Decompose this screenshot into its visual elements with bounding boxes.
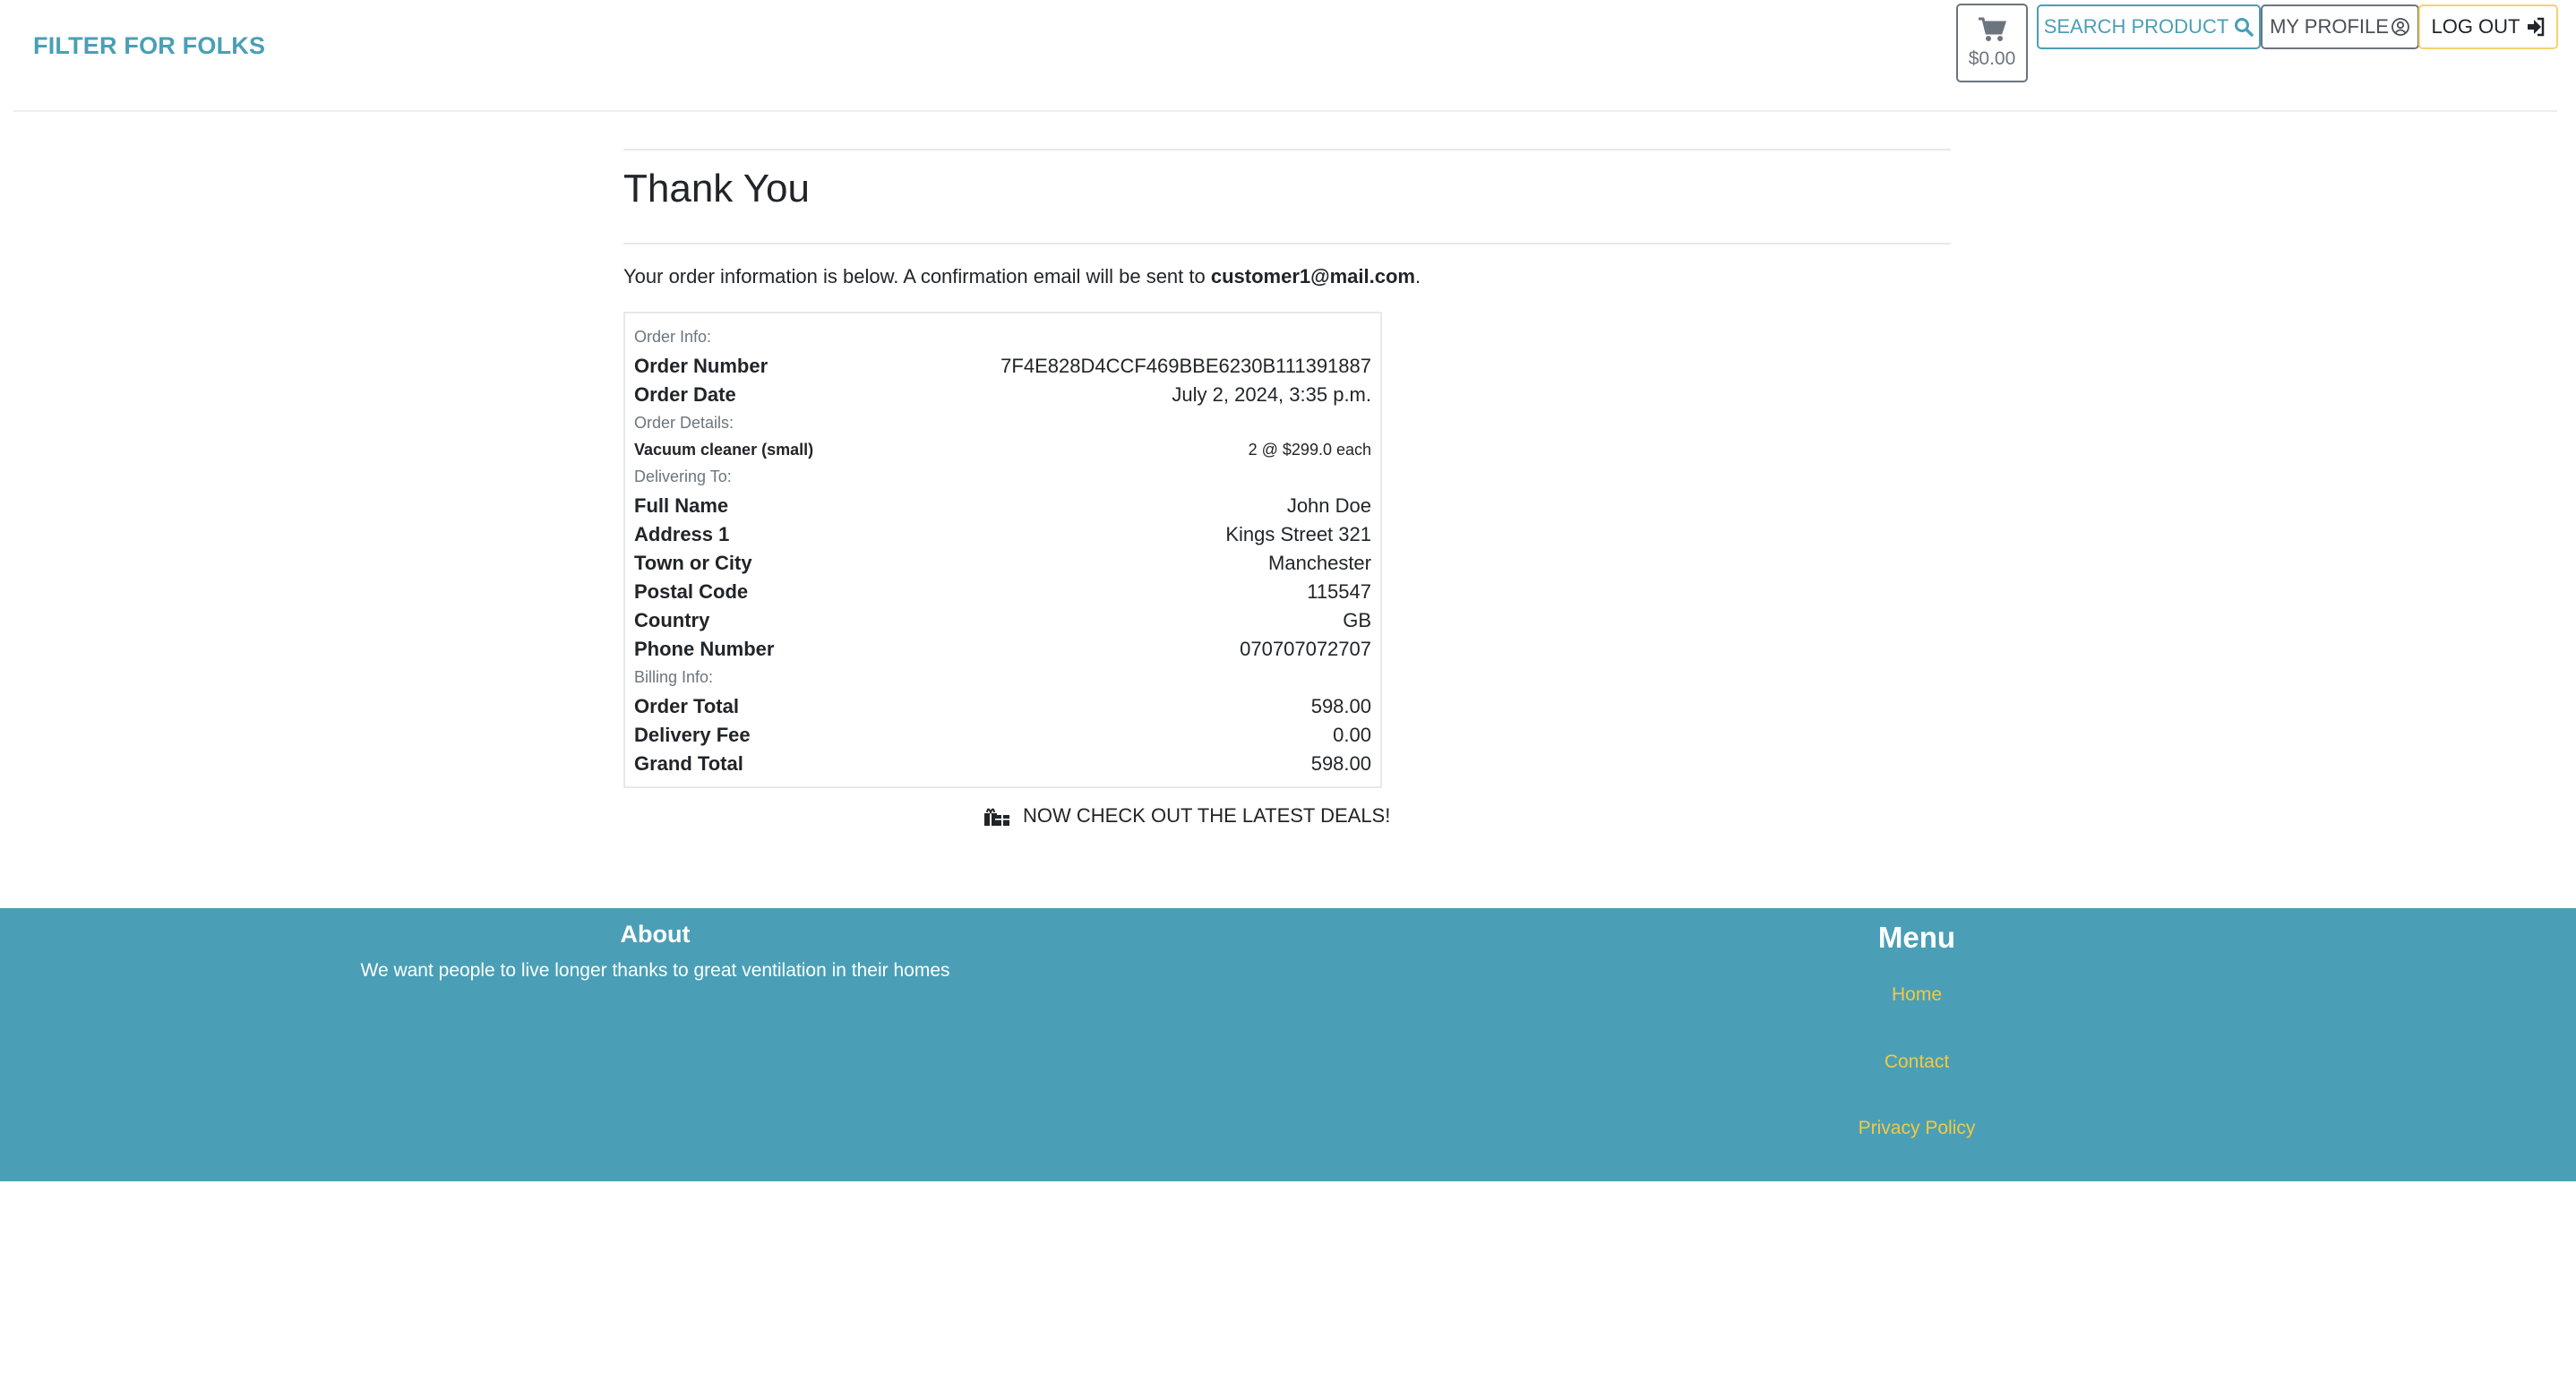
cart-total: $0.00: [1968, 48, 2016, 69]
footer-link-contact[interactable]: Contact: [1738, 1051, 2096, 1073]
phone-label: Phone Number: [634, 638, 775, 660]
order-summary-card: Order Info: Order Number 7F4E828D4CCF469…: [623, 312, 1382, 788]
phone-row: Phone Number 070707072707: [634, 638, 1371, 661]
order-total-row: Order Total 598.00: [634, 695, 1371, 718]
order-number-row: Order Number 7F4E828D4CCF469BBE6230B1113…: [634, 355, 1371, 378]
order-number-label: Order Number: [634, 355, 769, 377]
country-label: Country: [634, 609, 710, 631]
confirmation-text: Your order information is below. A confi…: [623, 265, 1206, 287]
title-bottom-rule: [623, 243, 1951, 245]
order-date-value: July 2, 2024, 3:35 p.m.: [1172, 383, 1371, 406]
sign-out-icon: [2526, 17, 2546, 37]
delivery-fee-row: Delivery Fee 0.00: [634, 724, 1371, 747]
my-profile-label: MY PROFILE: [2270, 15, 2389, 38]
grand-total-row: Grand Total 598.00: [634, 752, 1371, 776]
page-title: Thank You: [623, 167, 810, 210]
order-date-label: Order Date: [634, 383, 736, 406]
grand-total-value: 598.00: [1310, 752, 1371, 775]
delivery-fee-value: 0.00: [1333, 724, 1371, 746]
latest-deals-label: NOW CHECK OUT THE LATEST DEALS!: [1023, 804, 1391, 827]
footer-link-home[interactable]: Home: [1738, 984, 2096, 1006]
logout-label: LOG OUT: [2431, 15, 2520, 38]
billing-info-label: Billing Info:: [634, 668, 714, 686]
postal-code-row: Postal Code 115547: [634, 580, 1371, 604]
order-details-label: Order Details:: [634, 414, 734, 432]
country-value: GB: [1343, 609, 1371, 631]
brand-logo[interactable]: FILTER FOR FOLKS: [33, 32, 265, 60]
search-icon: [2234, 17, 2254, 37]
footer-link-privacy-policy[interactable]: Privacy Policy: [1738, 1118, 2096, 1139]
confirmation-message: Your order information is below. A confi…: [623, 265, 1421, 288]
address1-row: Address 1 Kings Street 321: [634, 523, 1371, 546]
latest-deals-link[interactable]: NOW CHECK OUT THE LATEST DEALS!: [983, 804, 1390, 828]
town-label: Town or City: [634, 552, 752, 574]
grand-total-label: Grand Total: [634, 752, 743, 775]
customer-email: customer1@mail.com: [1210, 265, 1415, 287]
order-info-label: Order Info:: [634, 328, 712, 346]
cart-button[interactable]: $0.00: [1956, 4, 2028, 82]
about-title: About: [620, 921, 691, 948]
order-total-value: 598.00: [1310, 695, 1371, 717]
order-item-name: Vacuum cleaner (small): [634, 441, 814, 459]
my-profile-button[interactable]: MY PROFILE: [2261, 4, 2419, 49]
search-product-button[interactable]: SEARCH PRODUCT: [2037, 4, 2261, 49]
postal-code-value: 115547: [1307, 580, 1371, 603]
address1-value: Kings Street 321: [1225, 523, 1371, 545]
phone-value: 070707072707: [1240, 638, 1371, 660]
search-product-label: SEARCH PRODUCT: [2043, 15, 2229, 38]
order-item-qty-price: 2 @ $299.0 each: [1248, 441, 1371, 459]
order-number-value: 7F4E828D4CCF469BBE6230B111391887: [1000, 355, 1371, 377]
header-divider: [13, 110, 2557, 112]
user-circle-icon: [2391, 17, 2410, 37]
postal-code-label: Postal Code: [634, 580, 749, 603]
address1-label: Address 1: [634, 523, 730, 545]
site-footer: About We want people to live longer than…: [0, 908, 2576, 1181]
full-name-value: John Doe: [1286, 494, 1371, 517]
town-row: Town or City Manchester: [634, 552, 1371, 575]
shopping-cart-icon: [1979, 17, 2006, 41]
title-top-rule: [623, 149, 1951, 150]
about-text: We want people to live longer thanks to …: [360, 960, 950, 981]
order-date-row: Order Date July 2, 2024, 3:35 p.m.: [634, 383, 1371, 407]
menu-title: Menu: [1877, 921, 1956, 954]
town-value: Manchester: [1268, 552, 1371, 574]
order-total-label: Order Total: [634, 695, 739, 717]
logout-button[interactable]: LOG OUT: [2418, 4, 2558, 49]
confirmation-text-end: .: [1414, 265, 1421, 287]
country-row: Country GB: [634, 609, 1371, 632]
order-item-row: Vacuum cleaner (small) 2 @ $299.0 each: [634, 441, 1371, 459]
gifts-icon: [984, 808, 1009, 826]
full-name-row: Full Name John Doe: [634, 494, 1371, 518]
delivering-to-label: Delivering To:: [634, 468, 732, 485]
delivery-fee-label: Delivery Fee: [634, 724, 751, 746]
full-name-label: Full Name: [634, 494, 729, 517]
